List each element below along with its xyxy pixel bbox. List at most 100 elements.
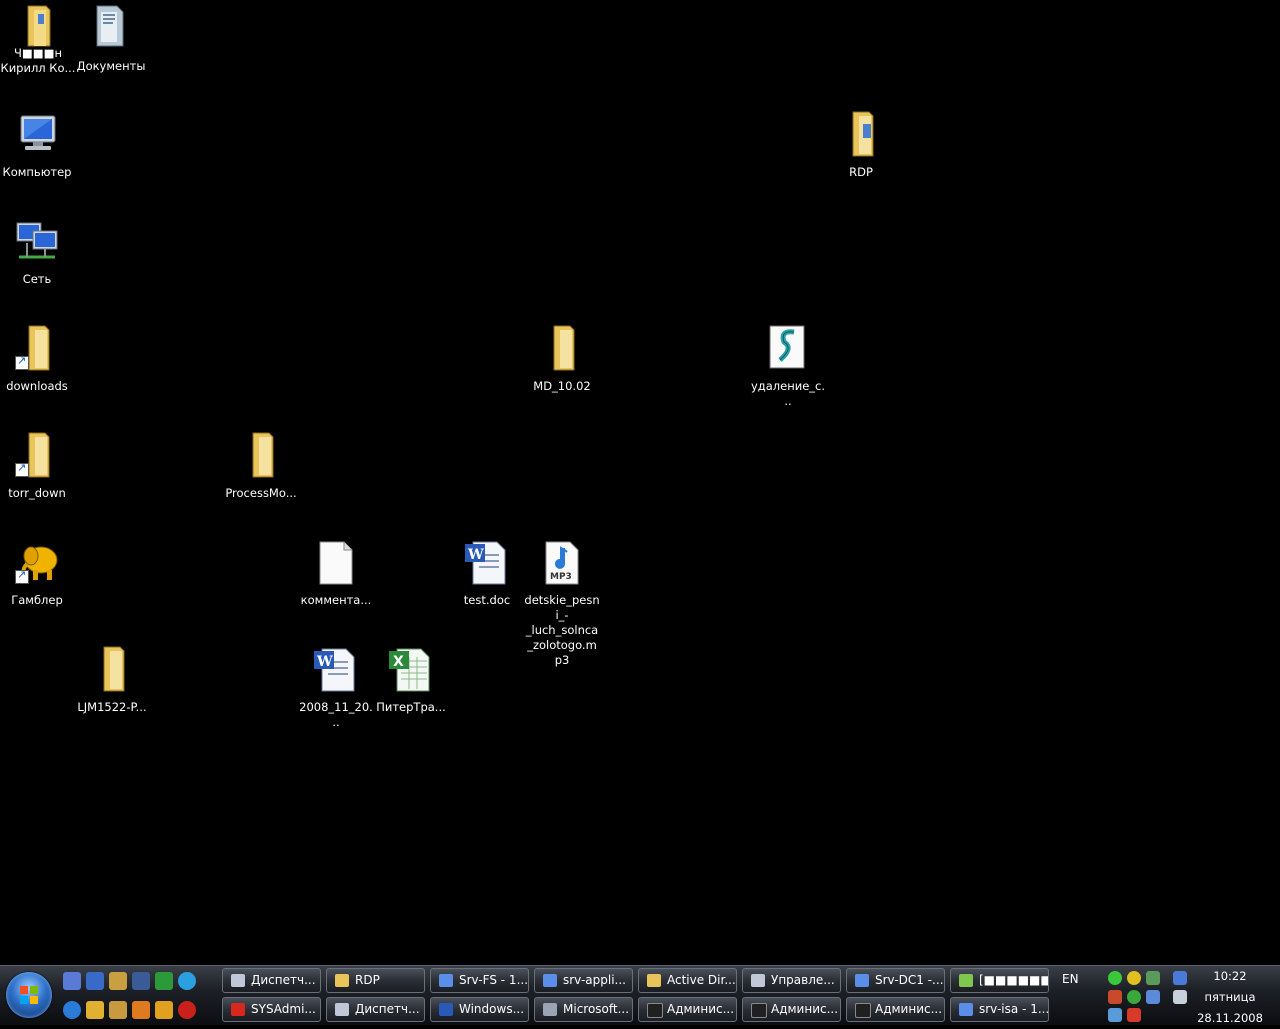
quick-launch-ie-icon[interactable] xyxy=(63,1001,81,1019)
quick-launch-floppy-icon[interactable] xyxy=(132,972,150,990)
tools-icon xyxy=(543,1003,557,1016)
svg-text:X: X xyxy=(393,654,404,670)
desktop-icon-test-doc[interactable]: W test.doc xyxy=(449,538,525,608)
taskbar-button-label: Управле... xyxy=(771,973,835,987)
folder-icon xyxy=(13,431,61,479)
shortcut-arrow-icon xyxy=(15,568,29,584)
quick-launch-opera-icon[interactable] xyxy=(178,1001,196,1019)
opera-icon xyxy=(231,1003,245,1016)
elephant-icon xyxy=(13,538,61,586)
powershell-icon xyxy=(439,1003,453,1016)
shortcut-arrow-icon xyxy=(15,461,29,477)
desktop-icon-processmon[interactable]: ProcessMo... xyxy=(223,431,299,501)
desktop-icon-rdp-folder[interactable]: RDP xyxy=(823,110,899,180)
desktop-icon-computer[interactable]: Компьютер xyxy=(0,110,75,180)
taskbar-button-label: Windows... xyxy=(459,1002,525,1016)
taskbar-button[interactable]: Диспетч... xyxy=(222,968,321,993)
quick-launch-media-icon[interactable] xyxy=(155,1001,173,1019)
folder-icon xyxy=(237,431,285,479)
taskbar-button[interactable]: SYSAdmi... xyxy=(222,997,321,1022)
desktop-icon-md-10-02[interactable]: MD_10.02 xyxy=(524,324,600,394)
taskbar-button[interactable]: Диспетч... xyxy=(326,997,425,1022)
svg-text:W: W xyxy=(316,654,333,670)
taskbar-button[interactable]: Админис... xyxy=(638,997,737,1022)
tray-smiley-icon[interactable] xyxy=(1127,971,1141,985)
taskbar-button-label: srv-isa - 1... xyxy=(979,1002,1049,1016)
remote-desktop-icon xyxy=(959,1003,973,1016)
desktop-icon-doc-2008[interactable]: W 2008_11_20... xyxy=(298,645,374,730)
desktop-icon-user-folder[interactable]: Ч■■■н Кирилл Ко... xyxy=(0,2,76,76)
desktop-icon-network[interactable]: Сеть xyxy=(0,217,75,287)
taskbar-button[interactable]: Microsoft... xyxy=(534,997,633,1022)
command-prompt-icon xyxy=(855,1003,871,1018)
taskbar-button[interactable]: [■■■■■■ xyxy=(950,968,1049,993)
taskbar-button[interactable]: Srv-FS - 1... xyxy=(430,968,529,993)
clock-date: 28.11.2008 xyxy=(1197,1011,1263,1025)
quick-launch-tool-icon[interactable] xyxy=(109,972,127,990)
quick-launch-network-icon[interactable] xyxy=(63,972,81,990)
tray-circle-icon[interactable] xyxy=(1127,990,1141,1004)
taskbar-button[interactable]: Админис... xyxy=(742,997,841,1022)
tray-green-icon[interactable] xyxy=(1108,971,1122,985)
desktop-icon-downloads[interactable]: downloads xyxy=(0,324,75,394)
desktop-icon-piter-xls[interactable]: X ПитерТра... xyxy=(373,645,449,715)
quick-launch-desktop-icon[interactable] xyxy=(86,972,104,990)
desktop-icon-comments-file[interactable]: коммента... xyxy=(298,538,374,608)
quick-launch-puzzle-icon[interactable] xyxy=(109,1001,127,1019)
tray-tool-icon[interactable] xyxy=(1108,990,1122,1004)
svg-text:MP3: MP3 xyxy=(550,572,572,582)
desktop-icon-label: удаление_с... xyxy=(750,379,826,408)
desktop-icon-torr-down[interactable]: torr_down xyxy=(0,431,75,501)
desktop-icon-label: Документы xyxy=(76,59,146,73)
taskbar-button-label: Диспетч... xyxy=(355,1002,420,1016)
desktop-icon-ljm1522[interactable]: LJM1522-P... xyxy=(74,645,150,715)
language-indicator[interactable]: EN xyxy=(1062,972,1079,986)
desktop-icon-label: RDP xyxy=(849,165,873,179)
desktop-icon-label: test.doc xyxy=(463,593,511,607)
desktop[interactable]: Ч■■■н Кирилл Ко... Документы Компьютер С… xyxy=(0,0,1280,965)
app-icon xyxy=(959,974,973,987)
desktop-icon-gambler[interactable]: Гамблер xyxy=(0,538,75,608)
app-icon xyxy=(231,974,245,987)
script-file-icon xyxy=(764,324,812,372)
windows-logo-icon xyxy=(20,986,38,1004)
taskbar-button[interactable]: srv-isa - 1... xyxy=(950,997,1049,1022)
command-prompt-icon xyxy=(751,1003,767,1018)
start-button[interactable] xyxy=(6,972,52,1018)
text-file-icon xyxy=(312,538,360,586)
taskbar-button-label: Админис... xyxy=(667,1002,735,1016)
taskbar-button[interactable]: srv-appli... xyxy=(534,968,633,993)
desktop-icon-label: torr_down xyxy=(8,486,66,500)
desktop-icon-script-file[interactable]: удаление_с... xyxy=(750,324,826,409)
tray-speaker-mute-icon[interactable] xyxy=(1127,1008,1141,1022)
tray-monitor-icon[interactable] xyxy=(1173,971,1187,985)
tray-computers-icon[interactable] xyxy=(1146,990,1160,1004)
desktop-icon-mp3-file[interactable]: MP3 detskie_pesni_-_luch_solnca_zolotogo… xyxy=(524,538,600,668)
desktop-icon-documents[interactable]: Документы xyxy=(73,2,149,74)
computer-icon xyxy=(13,110,61,158)
tray-network-icon[interactable] xyxy=(1146,971,1160,985)
user-folder-icon xyxy=(14,2,62,50)
taskbar-button[interactable]: Active Dir... xyxy=(638,968,737,993)
quick-launch-orange-icon[interactable] xyxy=(132,1001,150,1019)
desktop-icon-label: 2008_11_20... xyxy=(299,700,373,729)
volume-icon[interactable] xyxy=(1173,990,1187,1004)
tray-update-icon[interactable] xyxy=(1108,1008,1122,1022)
taskbar-button-label: Диспетч... xyxy=(251,973,316,987)
folder-icon xyxy=(88,645,136,693)
desktop-icon-label: LJM1522-P... xyxy=(77,700,147,714)
taskbar-button[interactable]: RDP xyxy=(326,968,425,993)
system-clock[interactable]: 10:22 пятница 28.11.2008 xyxy=(1190,966,1270,1029)
taskbar-button-label: Админис... xyxy=(771,1002,839,1016)
quick-launch-green-icon[interactable] xyxy=(155,972,173,990)
taskbar-button[interactable]: Windows... xyxy=(430,997,529,1022)
taskbar-button-label: srv-appli... xyxy=(563,973,626,987)
svg-text:W: W xyxy=(467,547,484,563)
taskbar-button[interactable]: Управле... xyxy=(742,968,841,993)
quick-launch-mail-icon[interactable] xyxy=(86,1001,104,1019)
taskbar-button[interactable]: Админис... xyxy=(846,997,945,1022)
folder-icon xyxy=(13,324,61,372)
taskbar-button[interactable]: Srv-DC1 -... xyxy=(846,968,945,993)
quick-launch-skype-icon[interactable] xyxy=(178,972,196,990)
folder-icon xyxy=(647,974,661,987)
